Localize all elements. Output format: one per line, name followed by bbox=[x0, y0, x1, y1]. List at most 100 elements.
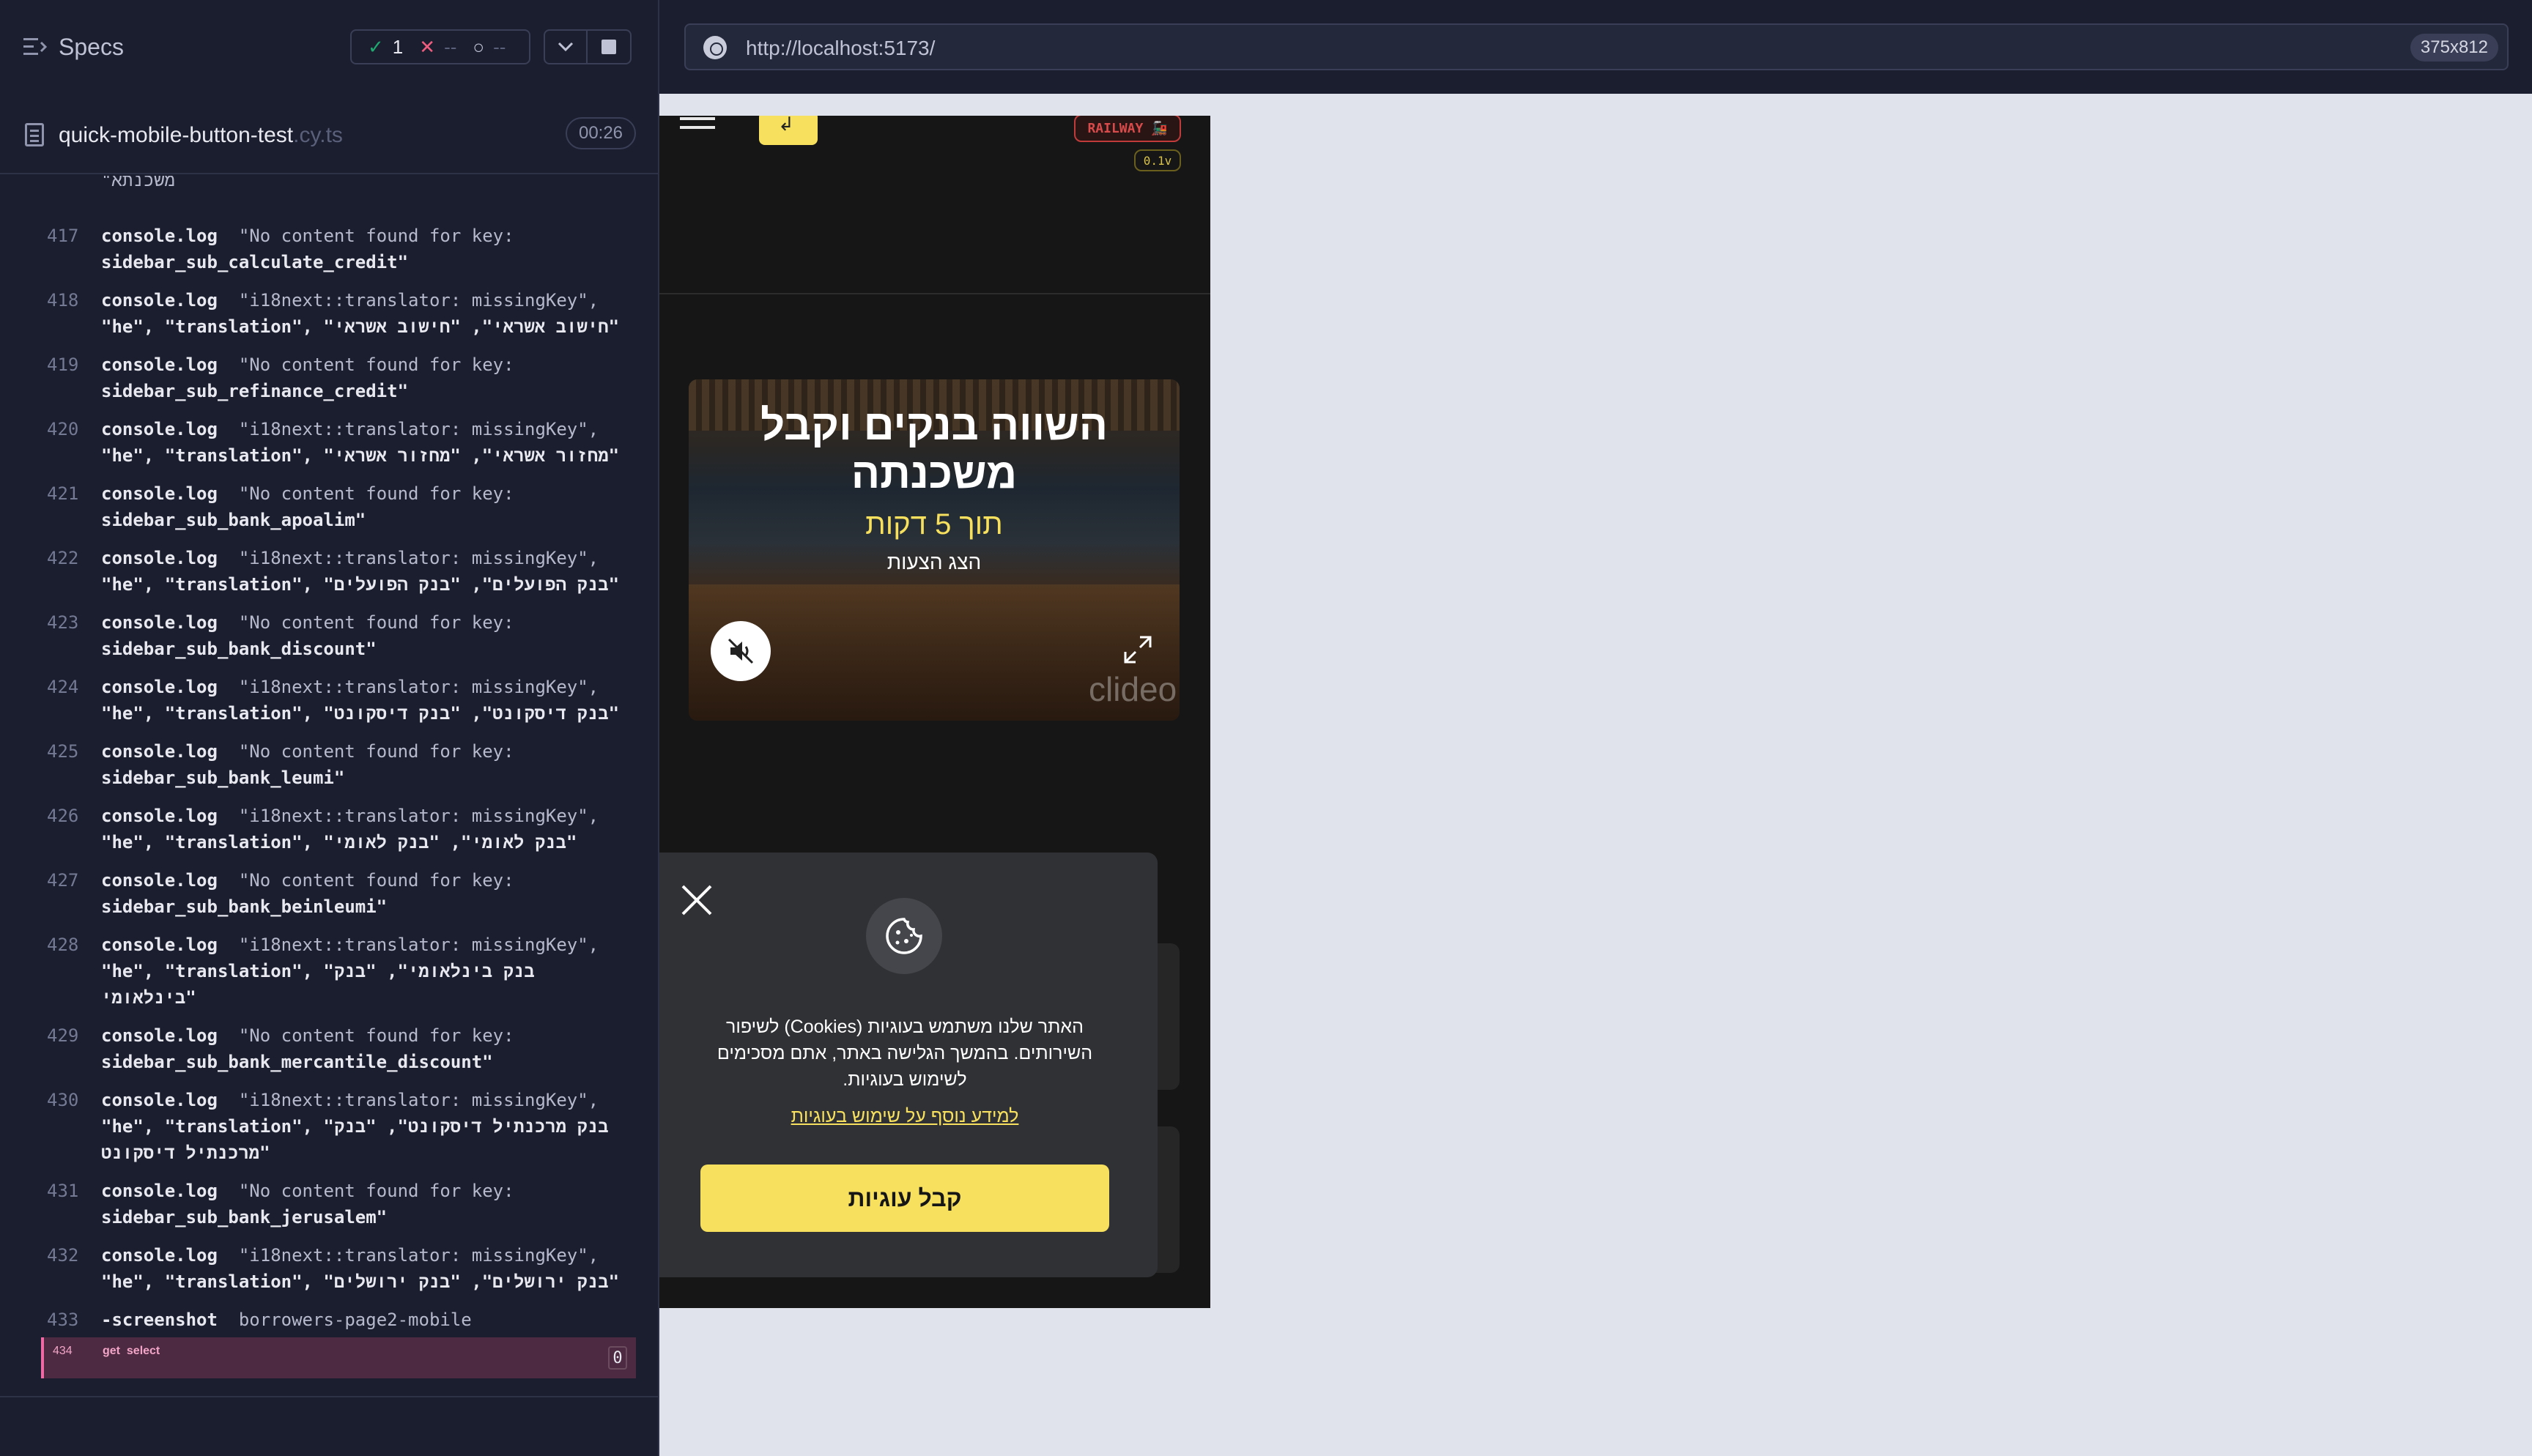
mute-button[interactable] bbox=[711, 621, 771, 681]
mute-icon bbox=[728, 638, 754, 664]
failed-count: -- bbox=[444, 35, 457, 58]
line-number: 426 bbox=[47, 806, 79, 826]
url-bar[interactable]: http://localhost:5173/ 375x812 bbox=[684, 23, 2509, 70]
watermark: clideo bbox=[1089, 670, 1177, 708]
command-message-continued: "he", "translation", "בנק ירושלים", "בנק… bbox=[101, 1271, 620, 1292]
header-divider bbox=[659, 293, 1210, 294]
stop-button[interactable] bbox=[588, 29, 632, 64]
line-number: 434 bbox=[53, 1345, 73, 1357]
command-message-continued: "he", "translation", "בנק דיסקונט", "בנק… bbox=[101, 703, 620, 724]
viewport-badge: 375x812 bbox=[2410, 34, 2498, 62]
command-text: console.log "No content found for key: bbox=[101, 609, 514, 636]
command-name: console.log bbox=[101, 226, 218, 246]
test-stats: ✓ 1 ✕ -- ○ -- bbox=[350, 29, 530, 64]
command-arg: select bbox=[126, 1345, 160, 1357]
command-message: "i18next::translator: missingKey", bbox=[238, 1245, 599, 1266]
line-number: 417 bbox=[47, 226, 79, 246]
line-number: 418 bbox=[47, 290, 79, 311]
cookie-info-link[interactable]: למידע נוסף על שימוש בעוגיות bbox=[703, 1106, 1106, 1127]
url-text[interactable]: http://localhost:5173/ bbox=[746, 37, 935, 60]
element-count-badge: 0 bbox=[608, 1346, 627, 1370]
specs-icon[interactable] bbox=[23, 37, 48, 57]
command-message: "No content found for key: bbox=[238, 612, 514, 633]
command-text: console.log "i18next::translator: missin… bbox=[101, 1087, 599, 1113]
hero-subtitle: תוך 5 דקות bbox=[865, 508, 1003, 541]
close-icon[interactable] bbox=[680, 883, 714, 917]
spec-file-row[interactable]: quick-mobile-button-test.cy.ts 00:26 bbox=[0, 108, 658, 174]
globe-icon bbox=[703, 36, 727, 59]
command-text: console.log "No content found for key: bbox=[101, 352, 514, 378]
command-message: "i18next::translator: missingKey", bbox=[238, 290, 599, 311]
divider bbox=[0, 1396, 658, 1397]
command-message-continued: sidebar_sub_bank_leumi" bbox=[101, 768, 345, 788]
command-text: console.log "i18next::translator: missin… bbox=[101, 674, 599, 700]
command-message-continued: מרכנתיל דיסקונט" bbox=[101, 1143, 270, 1163]
spec-ext: .cy.ts bbox=[293, 123, 343, 147]
command-name: console.log bbox=[101, 806, 218, 826]
cookie-banner: האתר שלנו משתמש בעוגיות (Cookies) לשיפור… bbox=[659, 853, 1158, 1277]
command-name: console.log bbox=[101, 935, 218, 955]
line-number: 424 bbox=[47, 677, 79, 697]
command-message: "i18next::translator: missingKey", bbox=[238, 935, 599, 955]
command-message-continued: sidebar_sub_bank_beinleumi" bbox=[101, 896, 388, 917]
command-message: "i18next::translator: missingKey", bbox=[238, 1090, 599, 1110]
cookie-icon bbox=[866, 898, 942, 974]
command-text: console.log "No content found for key: bbox=[101, 1178, 514, 1204]
command-name: console.log bbox=[101, 612, 218, 633]
command-name: console.log bbox=[101, 1090, 218, 1110]
command-name: console.log bbox=[101, 741, 218, 762]
command-message-continued: "he", "translation", "בנק בינלאומי", "בנ… bbox=[101, 961, 535, 981]
command-message-continued: "he", "translation", "בנק הפועלים", "בנק… bbox=[101, 574, 620, 595]
hamburger-icon[interactable] bbox=[680, 116, 715, 130]
command-text: get select bbox=[103, 1345, 160, 1358]
passed-count: 1 bbox=[392, 35, 404, 58]
command-text: console.log "i18next::translator: missin… bbox=[101, 545, 599, 571]
hero-cta-text: הצג הצעות bbox=[886, 551, 982, 573]
command-message-continued: sidebar_sub_bank_jerusalem" bbox=[101, 1207, 388, 1227]
line-number: 428 bbox=[47, 935, 79, 955]
command-message: "No content found for key: bbox=[238, 1181, 514, 1201]
command-name: console.log bbox=[101, 354, 218, 375]
expand-collapse-button[interactable] bbox=[544, 29, 588, 64]
command-message: "i18next::translator: missingKey", bbox=[238, 806, 599, 826]
command-message-continued: "he", "translation", "מחזור אשראי", "מחז… bbox=[101, 445, 620, 466]
pending-count: -- bbox=[493, 35, 506, 58]
command-log[interactable]: "משכנתא 417 console.log "No content found … bbox=[0, 176, 658, 1392]
command-text: console.log "i18next::translator: missin… bbox=[101, 932, 599, 958]
x-icon: ✕ bbox=[419, 35, 436, 58]
line-number: 430 bbox=[47, 1090, 79, 1110]
active-command-row[interactable]: 434 get select 0 bbox=[41, 1337, 636, 1378]
expand-icon[interactable] bbox=[1122, 634, 1153, 665]
command-message-continued: sidebar_sub_bank_mercantile_discount" bbox=[101, 1052, 493, 1072]
line-number: 431 bbox=[47, 1181, 79, 1201]
line-number: 427 bbox=[47, 870, 79, 891]
line-number: 433 bbox=[47, 1310, 79, 1330]
command-name: console.log bbox=[101, 1245, 218, 1266]
command-message-continued: בינלאומי" bbox=[101, 987, 196, 1008]
specs-label[interactable]: Specs bbox=[59, 34, 124, 61]
command-text: console.log "i18next::translator: missin… bbox=[101, 1242, 599, 1269]
command-name: console.log bbox=[101, 483, 218, 504]
command-name: console.log bbox=[101, 870, 218, 891]
pending-stat: ○ -- bbox=[473, 36, 506, 59]
cypress-reporter: Specs ✓ 1 ✕ -- ○ -- quick-mobile-button-… bbox=[0, 0, 659, 1456]
command-message-continued: "he", "translation", "בנק מרכנתיל דיסקונ… bbox=[101, 1116, 609, 1137]
login-icon[interactable] bbox=[759, 116, 818, 145]
hero-title: השווה בנקים וקבל משכנתה bbox=[760, 401, 1108, 497]
command-message-continued: sidebar_sub_calculate_credit" bbox=[101, 252, 409, 272]
command-message: "No content found for key: bbox=[238, 1025, 514, 1046]
line-number: 422 bbox=[47, 548, 79, 568]
command-text: console.log "i18next::translator: missin… bbox=[101, 803, 599, 829]
command-message-continued: "he", "translation", "חישוב אשראי", "חיש… bbox=[101, 316, 620, 337]
spec-name: quick-mobile-button-test.cy.ts bbox=[59, 123, 343, 148]
accept-cookies-button[interactable]: קבל עוגיות bbox=[700, 1165, 1109, 1232]
failed-stat: ✕ -- bbox=[419, 36, 456, 59]
env-badge: RAILWAY 🚂 bbox=[1074, 116, 1181, 142]
command-message: "No content found for key: bbox=[238, 483, 514, 504]
stop-icon bbox=[601, 40, 616, 54]
line-number: 423 bbox=[47, 612, 79, 633]
command-message: borrowers-page2-mobile bbox=[238, 1310, 472, 1330]
spec-name-text: quick-mobile-button-test bbox=[59, 123, 294, 147]
command-message: "i18next::translator: missingKey", bbox=[238, 548, 599, 568]
hero-video[interactable]: השווה בנקים וקבל משכנתה תוך 5 דקות הצג ה… bbox=[689, 379, 1180, 721]
